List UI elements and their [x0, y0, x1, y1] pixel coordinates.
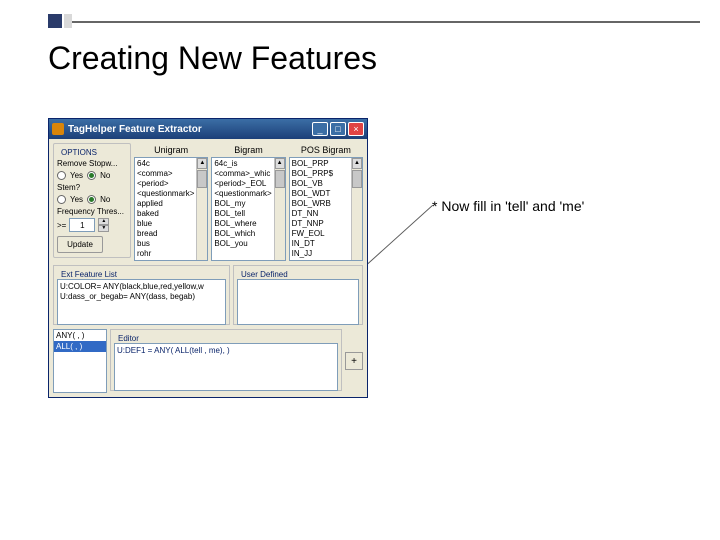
scroll-thumb[interactable]	[275, 170, 285, 188]
window-title: TagHelper Feature Extractor	[68, 124, 312, 135]
list-item[interactable]: IN_DT	[292, 239, 350, 249]
list-item[interactable]: <comma>_whic	[214, 169, 272, 179]
editor-textbox[interactable]: U:DEF1 = ANY( ALL(tell , me), )	[114, 343, 338, 391]
update-button[interactable]: Update	[57, 236, 103, 253]
editor-text: U:DEF1 = ANY( ALL(tell , me), )	[117, 346, 230, 355]
unigram-header: Unigram	[134, 143, 208, 157]
freq-input[interactable]	[69, 218, 95, 232]
list-item[interactable]: 64c	[137, 159, 195, 169]
unigram-listbox[interactable]: 64c <comma> <period> <questionmark> appl…	[134, 157, 208, 261]
list-item[interactable]: DT_NNP	[292, 219, 350, 229]
list-item[interactable]: bread	[137, 229, 195, 239]
ext-feature-legend: Ext Feature List	[59, 270, 119, 279]
list-item[interactable]: blue	[137, 219, 195, 229]
user-defined-legend: User Defined	[239, 270, 290, 279]
ext-feature-panel: Ext Feature List U:COLOR= ANY(black,blue…	[53, 265, 230, 325]
list-item[interactable]: <questionmark>	[214, 189, 272, 199]
list-item[interactable]: BOL_PRP$	[292, 169, 350, 179]
annotation-text: * Now fill in 'tell' and 'me'	[432, 198, 584, 214]
stopwords-no-label: No	[100, 171, 110, 180]
list-item[interactable]: BOL_my	[214, 199, 272, 209]
options-panel: OPTIONS Remove Stopw... Yes No Stem? Yes…	[53, 143, 131, 258]
slide-accent-square	[48, 14, 62, 28]
add-button[interactable]: +	[345, 352, 363, 370]
app-icon	[52, 123, 64, 135]
maximize-button[interactable]: □	[330, 122, 346, 136]
list-item[interactable]: BOL_you	[214, 239, 272, 249]
list-item[interactable]: U:dass_or_begab= ANY(dass, begab)	[60, 292, 223, 302]
list-item[interactable]: DT_NN	[292, 209, 350, 219]
minimize-button[interactable]: _	[312, 122, 328, 136]
editor-panel: Editor U:DEF1 = ANY( ALL(tell , me), )	[110, 329, 342, 391]
freq-up-button[interactable]: ▲	[98, 218, 109, 225]
close-button[interactable]: ×	[348, 122, 364, 136]
stem-label: Stem?	[57, 181, 127, 194]
stopwords-no-radio[interactable]	[87, 171, 96, 180]
scrollbar[interactable]: ▲	[351, 158, 362, 260]
slide-divider	[72, 21, 700, 23]
bigram-listbox[interactable]: 64c_is <comma>_whic <period>_EOL <questi…	[211, 157, 285, 261]
stem-yes-radio[interactable]	[57, 195, 66, 204]
scroll-thumb[interactable]	[352, 170, 362, 188]
list-item[interactable]: baked	[137, 209, 195, 219]
options-legend: OPTIONS	[59, 148, 99, 157]
list-item[interactable]: bus	[137, 239, 195, 249]
list-item[interactable]: BOL_PRP	[292, 159, 350, 169]
app-window: TagHelper Feature Extractor _ □ × OPTION…	[48, 118, 368, 398]
editor-legend: Editor	[116, 334, 141, 343]
list-item[interactable]: BOL_WRB	[292, 199, 350, 209]
posbigram-listbox[interactable]: BOL_PRP BOL_PRP$ BOL_VB BOL_WDT BOL_WRB …	[289, 157, 363, 261]
titlebar[interactable]: TagHelper Feature Extractor _ □ ×	[49, 119, 367, 139]
list-item[interactable]: ALL( , )	[54, 341, 106, 352]
list-item[interactable]: BOL_which	[214, 229, 272, 239]
scroll-up-button[interactable]: ▲	[275, 158, 285, 169]
remove-stopwords-label: Remove Stopw...	[57, 157, 127, 170]
list-item[interactable]: applied	[137, 199, 195, 209]
list-item[interactable]: BOL_VB	[292, 179, 350, 189]
scroll-up-button[interactable]: ▲	[352, 158, 362, 169]
list-item[interactable]: <period>_EOL	[214, 179, 272, 189]
list-item[interactable]: <questionmark>	[137, 189, 195, 199]
list-item[interactable]: IN_JJ	[292, 249, 350, 259]
stem-no-label: No	[100, 195, 110, 204]
list-item[interactable]: 64c_is	[214, 159, 272, 169]
stem-yes-label: Yes	[70, 195, 83, 204]
function-listbox[interactable]: ANY( , ) ALL( , )	[53, 329, 107, 393]
slide-title: Creating New Features	[48, 40, 377, 77]
scroll-up-button[interactable]: ▲	[197, 158, 207, 169]
list-item[interactable]: BOL_WDT	[292, 189, 350, 199]
freq-label: Frequency Thres...	[57, 205, 127, 218]
bigram-header: Bigram	[211, 143, 285, 157]
user-defined-listbox[interactable]	[237, 279, 359, 325]
scrollbar[interactable]: ▲	[274, 158, 285, 260]
ge-label: >=	[57, 221, 66, 230]
ext-feature-listbox[interactable]: U:COLOR= ANY(black,blue,red,yellow,w U:d…	[57, 279, 226, 325]
stem-no-radio[interactable]	[87, 195, 96, 204]
scroll-thumb[interactable]	[197, 170, 207, 188]
list-item[interactable]: rohr	[137, 249, 195, 259]
list-item[interactable]: BOL_where	[214, 219, 272, 229]
list-item[interactable]: <comma>	[137, 169, 195, 179]
posbigram-header: POS Bigram	[289, 143, 363, 157]
scrollbar[interactable]: ▲	[196, 158, 207, 260]
slide-accent-light	[64, 14, 72, 28]
list-item[interactable]: BOL_tell	[214, 209, 272, 219]
list-item[interactable]: U:COLOR= ANY(black,blue,red,yellow,w	[60, 282, 223, 292]
list-item[interactable]: <period>	[137, 179, 195, 189]
stopwords-yes-radio[interactable]	[57, 171, 66, 180]
stopwords-yes-label: Yes	[70, 171, 83, 180]
freq-down-button[interactable]: ▼	[98, 225, 109, 232]
list-item[interactable]: FW_EOL	[292, 229, 350, 239]
user-defined-panel: User Defined	[233, 265, 363, 325]
list-item[interactable]: ANY( , )	[54, 330, 106, 341]
